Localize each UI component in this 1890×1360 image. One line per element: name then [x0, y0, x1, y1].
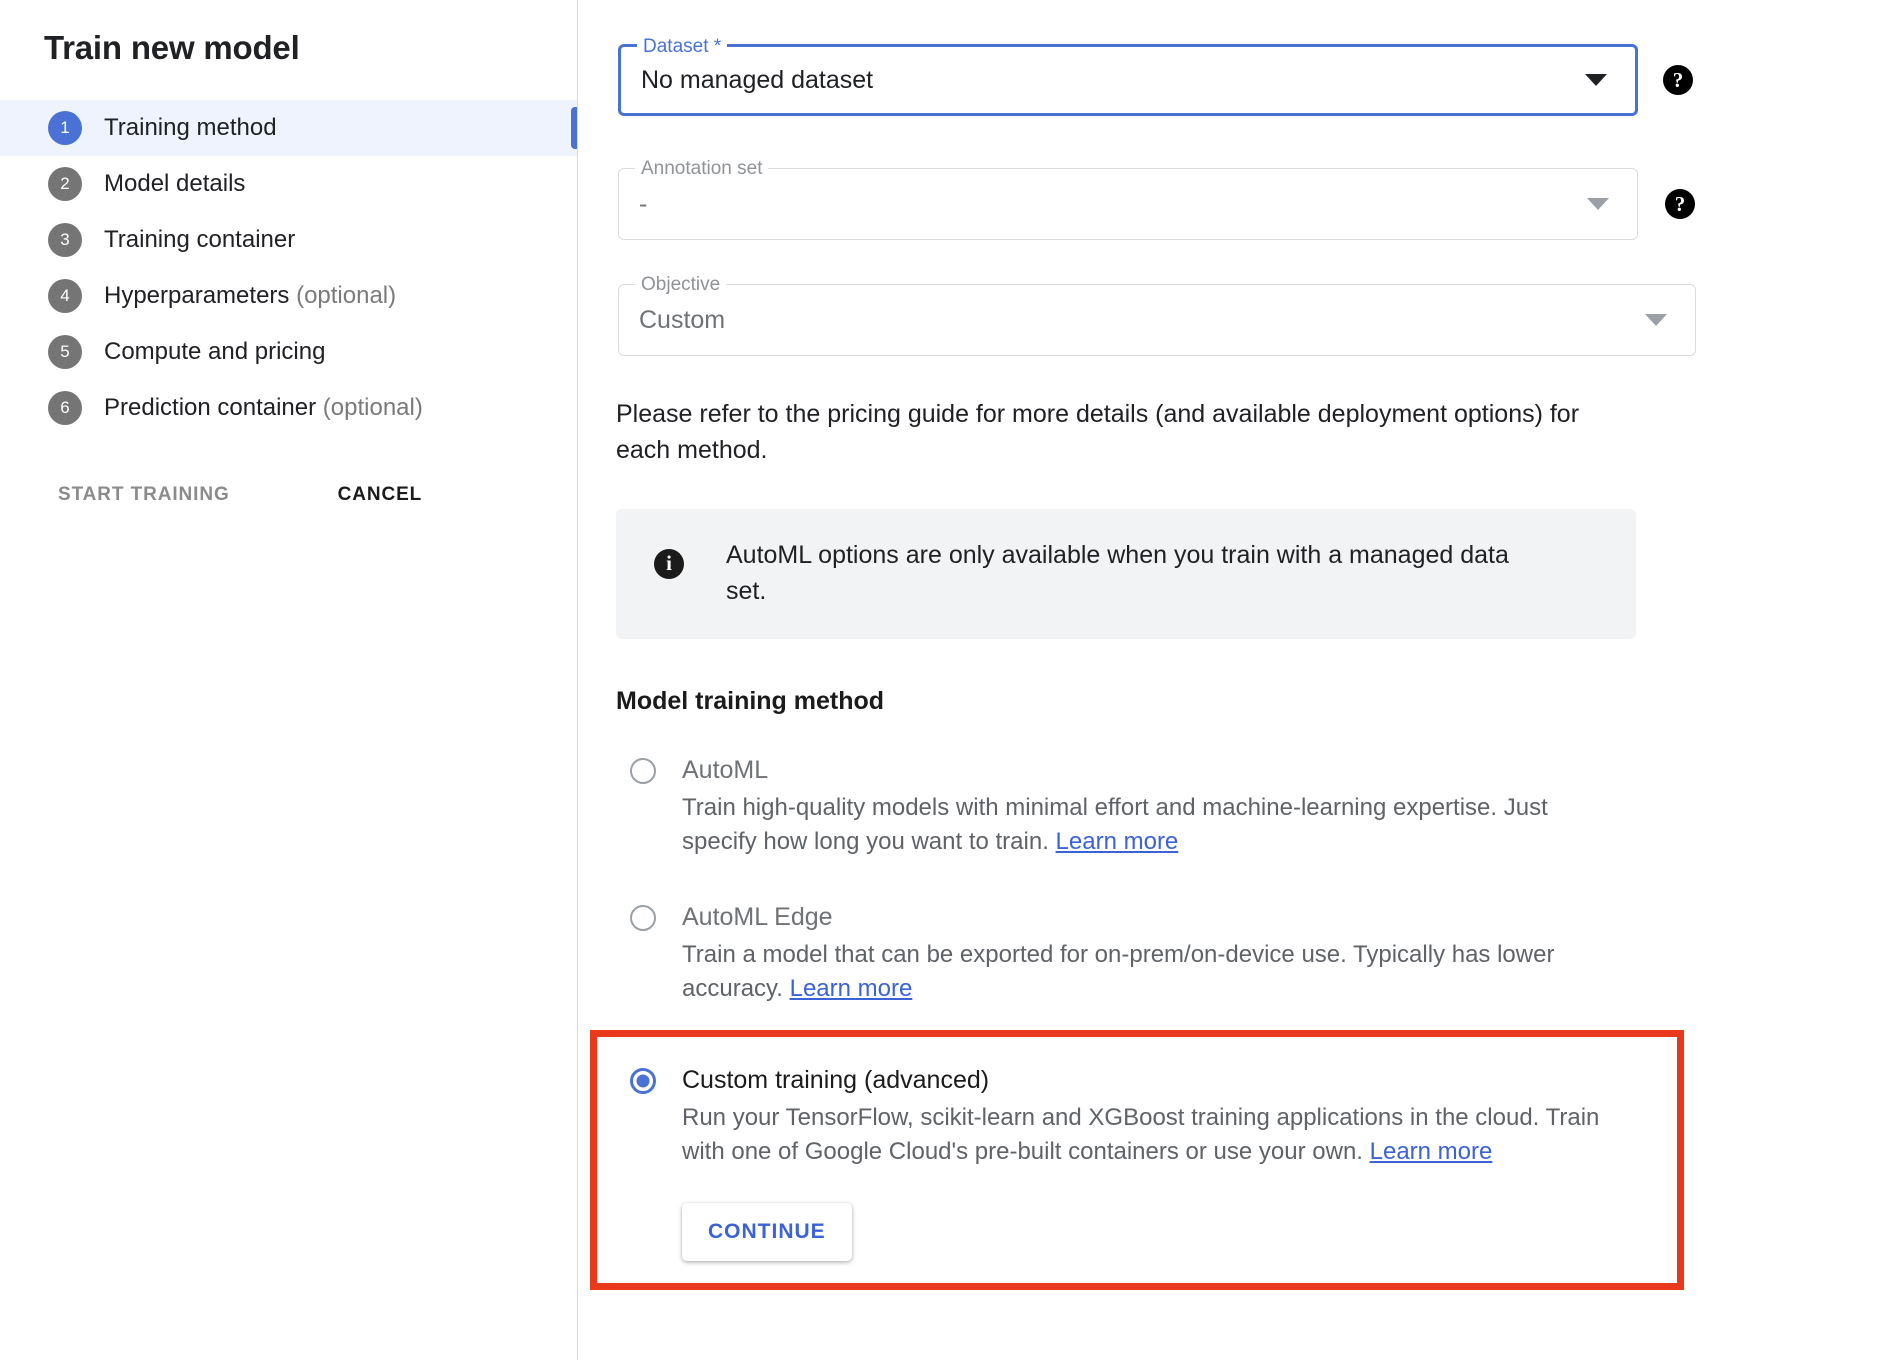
- step-label-text: Compute and pricing: [104, 338, 325, 365]
- step-number-badge: 1: [48, 111, 82, 145]
- option-automl-edge-row[interactable]: AutoML Edge: [630, 903, 1636, 932]
- step-number-badge: 5: [48, 335, 82, 369]
- objective-label: Objective: [635, 272, 726, 298]
- step-number-badge: 2: [48, 167, 82, 201]
- dataset-label: Dataset *: [637, 34, 727, 60]
- dataset-field-row: Dataset * No managed dataset ?: [578, 44, 1890, 116]
- option-custom-training-row[interactable]: Custom training (advanced): [630, 1066, 1636, 1095]
- option-automl-edge[interactable]: AutoML Edge Train a model that can be ex…: [616, 903, 1636, 1006]
- step-label-text: Model details: [104, 170, 245, 197]
- help-icon[interactable]: ?: [1665, 189, 1695, 219]
- cancel-button[interactable]: CANCEL: [332, 474, 429, 516]
- radio-automl-edge[interactable]: [630, 905, 656, 931]
- dataset-value: No managed dataset: [621, 66, 1585, 95]
- step-label-text: Training container: [104, 226, 295, 253]
- step-list: 1 Training method 2 Model details 3 Trai…: [0, 100, 577, 436]
- annotation-set-label: Annotation set: [635, 156, 768, 182]
- chevron-down-icon[interactable]: [1587, 198, 1609, 210]
- page-title: Train new model: [0, 0, 577, 68]
- objective-value: Custom: [619, 306, 1645, 335]
- annotation-set-field-row: Annotation set - ?: [578, 168, 1890, 240]
- radio-automl[interactable]: [630, 758, 656, 784]
- option-custom-training[interactable]: Custom training (advanced) Run your Tens…: [616, 1066, 1636, 1261]
- annotation-set-value: -: [619, 190, 1587, 219]
- automl-info-banner: i AutoML options are only available when…: [616, 509, 1636, 640]
- option-automl-title: AutoML: [682, 756, 768, 785]
- step-label: Compute and pricing: [104, 338, 325, 366]
- learn-more-link-automl-edge[interactable]: Learn more: [790, 975, 913, 1002]
- option-automl-edge-description: Train a model that can be exported for o…: [682, 938, 1592, 1006]
- chevron-down-icon[interactable]: [1645, 314, 1667, 326]
- annotation-set-select[interactable]: Annotation set - ?: [618, 168, 1638, 240]
- main-content: Dataset * No managed dataset ? Annotatio…: [578, 0, 1890, 1360]
- learn-more-link-custom-training[interactable]: Learn more: [1370, 1138, 1493, 1165]
- option-automl[interactable]: AutoML Train high-quality models with mi…: [616, 756, 1636, 859]
- help-icon[interactable]: ?: [1663, 65, 1693, 95]
- option-custom-training-title: Custom training (advanced): [682, 1066, 989, 1095]
- step-optional-tag: (optional): [296, 282, 396, 309]
- train-new-model-page: Train new model 1 Training method 2 Mode…: [0, 0, 1890, 1360]
- step-number-badge: 6: [48, 391, 82, 425]
- continue-button[interactable]: CONTINUE: [682, 1203, 852, 1261]
- radio-custom-training[interactable]: [630, 1068, 656, 1094]
- dataset-select[interactable]: Dataset * No managed dataset ?: [618, 44, 1638, 116]
- objective-field-row: Objective Custom: [578, 284, 1890, 356]
- option-custom-training-description: Run your TensorFlow, scikit-learn and XG…: [682, 1101, 1636, 1169]
- info-icon: i: [654, 549, 684, 579]
- step-label-text: Prediction container: [104, 394, 316, 421]
- step-optional-tag: (optional): [323, 394, 423, 421]
- sidebar-item-training-method[interactable]: 1 Training method: [0, 100, 577, 156]
- active-step-indicator: [571, 107, 577, 149]
- sidebar-item-hyperparameters[interactable]: 4 Hyperparameters (optional): [0, 268, 577, 324]
- step-label: Hyperparameters (optional): [104, 282, 396, 310]
- option-automl-description: Train high-quality models with minimal e…: [682, 791, 1592, 859]
- step-label: Model details: [104, 170, 245, 198]
- sidebar-actions: START TRAINING CANCEL: [0, 474, 577, 516]
- learn-more-link-automl[interactable]: Learn more: [1056, 828, 1179, 855]
- start-training-button[interactable]: START TRAINING: [52, 474, 236, 516]
- sidebar-item-training-container[interactable]: 3 Training container: [0, 212, 577, 268]
- option-automl-row[interactable]: AutoML: [630, 756, 1636, 785]
- step-number-badge: 4: [48, 279, 82, 313]
- step-label-text: Training method: [104, 114, 277, 141]
- step-label: Training method: [104, 114, 277, 142]
- objective-select[interactable]: Objective Custom: [618, 284, 1696, 356]
- step-label: Prediction container (optional): [104, 394, 423, 422]
- banner-text: AutoML options are only available when y…: [726, 537, 1556, 610]
- pricing-note: Please refer to the pricing guide for mo…: [616, 396, 1634, 469]
- sidebar: Train new model 1 Training method 2 Mode…: [0, 0, 578, 1360]
- step-label: Training container: [104, 226, 295, 254]
- step-number-badge: 3: [48, 223, 82, 257]
- option-automl-edge-title: AutoML Edge: [682, 903, 833, 932]
- chevron-down-icon[interactable]: [1585, 74, 1607, 86]
- model-training-method-title: Model training method: [616, 687, 1890, 716]
- sidebar-item-compute-and-pricing[interactable]: 5 Compute and pricing: [0, 324, 577, 380]
- sidebar-item-model-details[interactable]: 2 Model details: [0, 156, 577, 212]
- step-label-text: Hyperparameters: [104, 282, 289, 309]
- sidebar-item-prediction-container[interactable]: 6 Prediction container (optional): [0, 380, 577, 436]
